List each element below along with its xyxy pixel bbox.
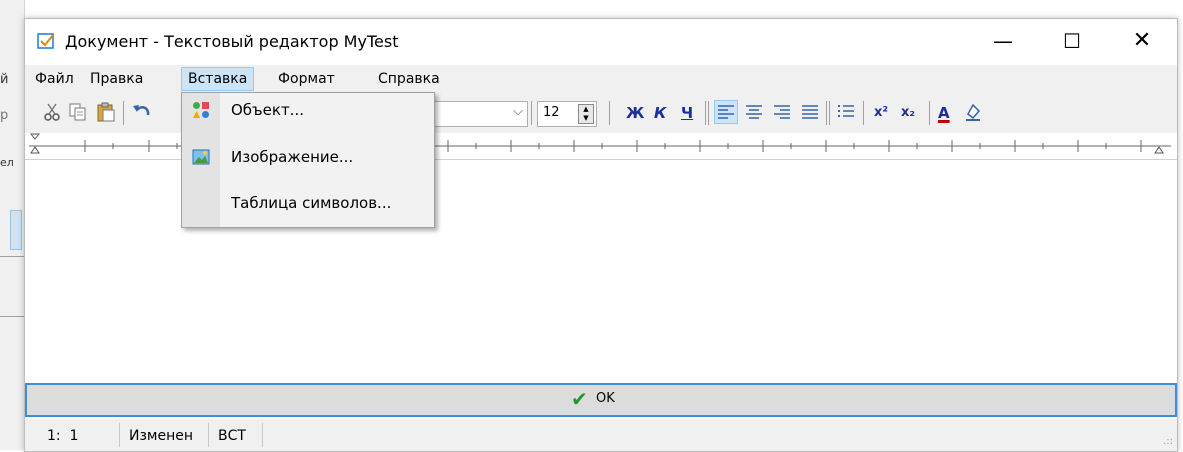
background-window-edge: й р ел	[0, 0, 25, 450]
menu-item-symbol-table-label: Таблица символов...	[231, 194, 392, 212]
minimize-button[interactable]: —	[980, 19, 1026, 65]
menu-item-object[interactable]: Объект...	[182, 93, 434, 127]
font-name-combo[interactable]: ⌵	[431, 101, 528, 127]
image-icon	[192, 149, 210, 165]
insert-mode-status: ВСТ	[218, 428, 246, 444]
insert-dropdown-menu: Объект... Изображение... Таблица символо…	[181, 92, 435, 228]
menu-item-image[interactable]: Изображение...	[182, 140, 434, 174]
font-size-value: 12	[543, 105, 560, 120]
menu-file[interactable]: Файл	[29, 68, 80, 90]
underline-button[interactable]: Ч	[681, 101, 693, 125]
ok-button-label: OK	[596, 391, 615, 406]
menu-bar: Файл Правка Вставка Формат Справка	[25, 65, 1177, 93]
modified-status: Изменен	[129, 428, 194, 444]
cursor-position: 1: 1	[47, 428, 79, 444]
background-divider	[0, 256, 24, 257]
background-tab	[10, 210, 22, 250]
title-bar: Документ - Текстовый редактор MyTest — ☐…	[25, 19, 1177, 65]
align-right-icon[interactable]	[771, 101, 793, 123]
app-icon	[37, 33, 54, 49]
status-bar: 1: 1 Изменен ВСТ .::	[25, 419, 1177, 451]
menu-edit[interactable]: Правка	[84, 68, 149, 90]
status-separator	[119, 423, 120, 447]
toolbar-separator	[705, 101, 706, 125]
toolbar-separator	[826, 101, 827, 125]
status-separator	[208, 423, 209, 447]
undo-icon[interactable]	[131, 101, 153, 123]
first-line-indent-marker	[29, 133, 41, 140]
background-divider	[0, 316, 24, 317]
toolbar-separator	[863, 101, 864, 125]
align-left-icon[interactable]	[714, 100, 738, 124]
toolbar-separator	[708, 101, 709, 125]
italic-button[interactable]: К	[654, 101, 666, 125]
menu-item-object-label: Объект...	[231, 101, 304, 119]
toolbar-separator	[609, 101, 610, 125]
highlight-icon[interactable]	[962, 101, 984, 123]
font-color-button[interactable]: A	[938, 101, 950, 125]
subscript-button[interactable]: x₂	[901, 101, 915, 125]
toolbar-separator	[829, 101, 830, 125]
background-ruler-fragment: ел	[0, 156, 14, 169]
spin-arrows-icon[interactable]: ▲ ▼	[578, 104, 594, 124]
toolbar-separator	[531, 101, 532, 125]
right-indent-marker	[1154, 146, 1164, 154]
toolbar-separator	[929, 101, 930, 125]
editor-window: Документ - Текстовый редактор MyTest — ☐…	[24, 18, 1178, 452]
cut-icon[interactable]	[41, 101, 63, 123]
background-toolbar-fragment: р	[0, 108, 9, 123]
ok-button[interactable]: ✔ OK	[25, 383, 1177, 417]
checkmark-icon: ✔	[571, 387, 588, 411]
object-icon	[193, 102, 209, 118]
paste-icon[interactable]	[95, 101, 117, 123]
justify-icon[interactable]	[799, 101, 821, 123]
left-indent-marker	[30, 146, 40, 154]
menu-help[interactable]: Справка	[372, 68, 446, 90]
background-menu-fragment: й	[0, 72, 9, 87]
resize-grip-icon[interactable]: .::	[1163, 436, 1173, 447]
close-button[interactable]: ✕	[1119, 19, 1165, 65]
bold-button[interactable]: Ж	[626, 101, 644, 125]
bullet-list-icon[interactable]	[835, 101, 857, 123]
superscript-button[interactable]: x²	[874, 101, 888, 125]
chevron-down-icon: ⌵	[513, 104, 523, 119]
copy-icon[interactable]	[67, 101, 89, 123]
status-separator	[262, 423, 263, 447]
menu-insert[interactable]: Вставка	[181, 67, 255, 91]
maximize-button[interactable]: ☐	[1049, 19, 1095, 65]
window-title: Документ - Текстовый редактор MyTest	[65, 32, 399, 51]
font-size-stepper[interactable]: 12 ▲ ▼	[537, 101, 597, 127]
menu-item-symbol-table[interactable]: Таблица символов...	[182, 186, 434, 220]
menu-item-image-label: Изображение...	[231, 148, 354, 166]
menu-format[interactable]: Формат	[272, 68, 341, 90]
toolbar-separator	[123, 101, 124, 125]
align-center-icon[interactable]	[743, 101, 765, 123]
